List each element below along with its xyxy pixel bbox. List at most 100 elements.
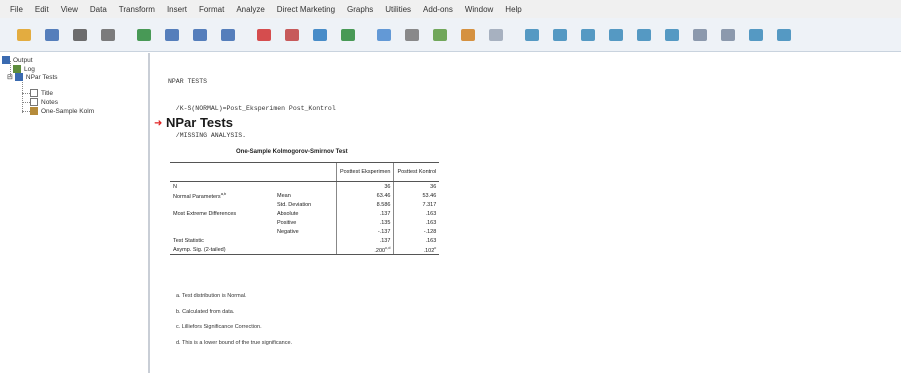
log-icon bbox=[13, 65, 21, 73]
syntax-line: /K-S(NORMAL)=Post_Eksperimen Post_Kontro… bbox=[168, 105, 336, 112]
save-icon[interactable] bbox=[42, 25, 62, 45]
table-icon bbox=[30, 107, 38, 115]
outline-log-node[interactable]: Log bbox=[13, 65, 35, 73]
syntax-line: NPAR TESTS bbox=[168, 78, 208, 85]
footnote: a. Test distribution is Normal. bbox=[176, 293, 247, 299]
table-cell: Positive bbox=[277, 219, 297, 226]
outline-one-sample-node[interactable]: One-Sample Kolm bbox=[30, 107, 94, 115]
menu-file[interactable]: File bbox=[10, 5, 23, 14]
goto-data-icon[interactable] bbox=[254, 25, 274, 45]
goto-case-icon[interactable] bbox=[282, 25, 302, 45]
table-cell: -.128 bbox=[423, 228, 437, 235]
table-cell: .200 bbox=[374, 247, 386, 254]
undo-icon[interactable] bbox=[190, 25, 210, 45]
footnote-marker: c bbox=[434, 245, 437, 251]
variables-icon[interactable] bbox=[310, 25, 330, 45]
table-cell: Absolute bbox=[277, 210, 299, 217]
menu-format[interactable]: Format bbox=[199, 5, 224, 14]
menu-add-ons[interactable]: Add-ons bbox=[423, 5, 453, 14]
table-row: Std. Deviation 8.586 7.317 bbox=[170, 200, 440, 209]
menu-insert[interactable]: Insert bbox=[167, 5, 187, 14]
expand-icon[interactable] bbox=[458, 25, 478, 45]
dialog-recall-icon[interactable] bbox=[162, 25, 182, 45]
outline-output-label: Output bbox=[13, 56, 33, 64]
hide-icon[interactable] bbox=[402, 25, 422, 45]
footnote-marker: a,b bbox=[220, 191, 227, 197]
table-cell: Test Statistic bbox=[173, 237, 204, 244]
table-cell: .163 bbox=[425, 210, 437, 217]
table-header-row: Posttest Eksperimen Posttest Kontrol bbox=[170, 162, 440, 182]
book-icon bbox=[14, 73, 23, 81]
outline-title-node[interactable]: Title bbox=[30, 89, 53, 97]
table-cell: 7.317 bbox=[422, 201, 437, 208]
designate-window-icon[interactable] bbox=[486, 25, 506, 45]
menu-transform[interactable]: Transform bbox=[119, 5, 155, 14]
notes-icon bbox=[30, 98, 38, 106]
redo-icon[interactable] bbox=[218, 25, 238, 45]
table-cell: Negative bbox=[277, 228, 299, 235]
export-icon[interactable] bbox=[134, 25, 154, 45]
folder-icon bbox=[2, 56, 10, 64]
title-icon bbox=[30, 89, 38, 97]
footnote: b. Calculated from data. bbox=[176, 308, 235, 315]
show-all-icon[interactable] bbox=[374, 25, 394, 45]
outline-one-sample-label: One-Sample Kolm bbox=[41, 107, 95, 115]
syntax-log: NPAR TESTS /K-S(NORMAL)=Post_Eksperimen … bbox=[168, 59, 336, 158]
output-content-pane: NPAR TESTS /K-S(NORMAL)=Post_Eksperimen … bbox=[150, 53, 901, 373]
chart-builder-icon[interactable] bbox=[338, 25, 358, 45]
outline-output-node[interactable]: Output bbox=[2, 56, 33, 64]
table-cell: 63.46 bbox=[376, 192, 391, 199]
table-cell: Asymp. Sig. (2-tailed) bbox=[173, 246, 226, 253]
collapse-node-icon[interactable] bbox=[662, 25, 682, 45]
table-cell: -.137 bbox=[377, 228, 391, 235]
col-header: Posttest Kontrol bbox=[393, 162, 440, 182]
table-cell: 53.46 bbox=[422, 192, 437, 199]
toolbar bbox=[0, 18, 901, 52]
ks-test-table[interactable]: Posttest Eksperimen Posttest Kontrol N 36… bbox=[170, 162, 440, 255]
table-cell: .102 bbox=[423, 247, 435, 254]
menu-edit[interactable]: Edit bbox=[35, 5, 49, 14]
outline-title-label: Title bbox=[41, 89, 54, 97]
open-folder-icon[interactable] bbox=[14, 25, 34, 45]
menu-view[interactable]: View bbox=[61, 5, 78, 14]
print-icon[interactable] bbox=[70, 25, 90, 45]
menu-analyze[interactable]: Analyze bbox=[236, 5, 264, 14]
table-cell: Most Extreme Differences bbox=[173, 210, 237, 217]
outline-pane: Output Log ⊟ NPar Tests Title Notes One-… bbox=[0, 53, 150, 373]
insert-text-icon[interactable] bbox=[718, 25, 738, 45]
syntax-line: /MISSING ANALYSIS. bbox=[168, 132, 247, 139]
menu-direct-marketing[interactable]: Direct Marketing bbox=[277, 5, 335, 14]
print-preview-icon[interactable] bbox=[98, 25, 118, 45]
outline-npar-node[interactable]: ⊟ NPar Tests bbox=[7, 73, 58, 81]
demote-icon[interactable] bbox=[606, 25, 626, 45]
collapse-icon[interactable] bbox=[430, 25, 450, 45]
table-cell: Normal Parameters bbox=[173, 193, 221, 200]
outline-notes-node[interactable]: Notes bbox=[30, 98, 58, 106]
menu-graphs[interactable]: Graphs bbox=[347, 5, 373, 14]
insert-title-icon[interactable] bbox=[550, 25, 570, 45]
promote-icon[interactable] bbox=[578, 25, 598, 45]
outline-notes-label: Notes bbox=[41, 98, 58, 106]
table-cell: 36 bbox=[430, 183, 437, 190]
table-row: Positive .135 .163 bbox=[170, 218, 440, 227]
footnote: c. Lilliefors Significance Correction. bbox=[176, 324, 262, 330]
current-item-arrow-icon: ➜ bbox=[154, 118, 163, 129]
menu-bar: File Edit View Data Transform Insert Format Ana… bbox=[0, 0, 901, 18]
table-row: Test Statistic .137 .163 bbox=[170, 236, 440, 245]
menu-data[interactable]: Data bbox=[90, 5, 107, 14]
menu-utilities[interactable]: Utilities bbox=[385, 5, 411, 14]
menu-window[interactable]: Window bbox=[465, 5, 493, 14]
table-cell: .137 bbox=[379, 210, 391, 217]
npar-tests-heading[interactable]: NPar Tests bbox=[166, 115, 233, 130]
collapse-icon[interactable]: ⊟ bbox=[7, 73, 13, 81]
table-caption: One-Sample Kolmogorov-Smirnov Test bbox=[236, 149, 348, 155]
table-cell: .163 bbox=[425, 219, 437, 226]
expand-node-icon[interactable] bbox=[634, 25, 654, 45]
insert-heading-icon[interactable] bbox=[522, 25, 542, 45]
menu-help[interactable]: Help bbox=[505, 5, 521, 14]
last-output-icon[interactable] bbox=[774, 25, 794, 45]
show-hide-icon[interactable] bbox=[690, 25, 710, 45]
footnote: d. This is a lower bound of the true sig… bbox=[176, 339, 293, 346]
refresh-icon[interactable] bbox=[746, 25, 766, 45]
table-cell: Std. Deviation bbox=[277, 201, 312, 208]
